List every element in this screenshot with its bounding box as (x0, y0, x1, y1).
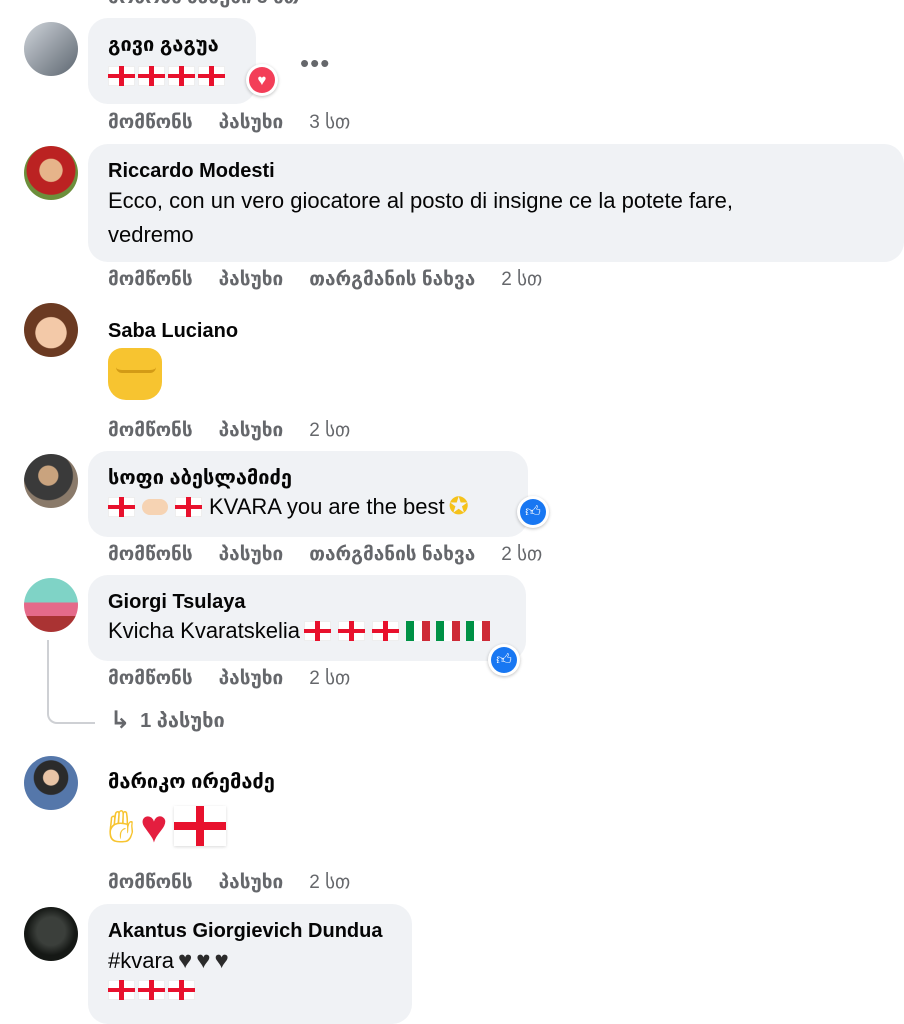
avatar[interactable] (24, 146, 78, 200)
comment-author[interactable]: Saba Luciano (108, 318, 238, 344)
comment-actions: მომწონს პასუხი თარგმანის ნახვა 2 სთ (108, 540, 542, 568)
comment-bubble: გივი გაგუა (88, 18, 256, 104)
comment-bubble: Akantus Giorgievich Dundua #kvara ♥ ♥ ♥ (88, 904, 412, 1024)
comment-actions: მომწონს პასუხი 3 სთ (108, 108, 350, 136)
avatar[interactable] (24, 303, 78, 357)
georgia-flag-icon (198, 66, 225, 86)
heart-hands-icon (142, 499, 168, 515)
comment-actions: მომწონს პასუხი თარგმანის ნახვა 2 სთ (108, 265, 542, 293)
georgia-flag-icon (168, 980, 195, 1000)
red-heart-icon: ♥ (140, 800, 168, 852)
georgia-flag-icon (371, 621, 399, 641)
like-button[interactable]: მომწონს (108, 667, 193, 690)
georgia-flag-icon (138, 980, 165, 1000)
avatar[interactable] (24, 756, 78, 810)
raised-fist-icon (108, 348, 162, 400)
partial-action-row: მოწონს პასუხი 3 სთ (108, 0, 299, 9)
georgia-flag-icon (168, 66, 195, 86)
comment-author[interactable]: Giorgi Tsulaya (108, 589, 506, 615)
comment-text: KVARA you are the best (209, 494, 445, 519)
comment-author[interactable]: მარიკო ირემაძე (108, 769, 275, 795)
fist-emoji (108, 348, 162, 400)
like-button[interactable]: მომწონს (108, 111, 193, 134)
avatar[interactable] (24, 578, 78, 632)
timestamp[interactable]: 2 სთ (501, 268, 542, 291)
georgia-flag-icon (108, 980, 135, 1000)
comment-actions: მომწონს პასუხი 2 სთ (108, 868, 350, 896)
georgia-flag-icon (175, 497, 202, 517)
georgia-flag-icon (303, 621, 331, 641)
reply-button[interactable]: პასუხი (219, 667, 284, 690)
comment-author[interactable]: გივი გაგუა (108, 32, 236, 58)
reply-button[interactable]: პასუხი (219, 543, 284, 566)
like-button[interactable]: მომწონს (108, 871, 193, 894)
translate-button[interactable]: თარგმანის ნახვა (309, 268, 475, 291)
thumbs-up-icon: 👍︎ (491, 647, 517, 673)
italy-flag-icon (435, 621, 460, 641)
comment-text: Ecco, con un vero giocatore al posto di … (108, 188, 733, 213)
reaction-badge[interactable]: ♥ (246, 64, 278, 96)
reply-thread-line (47, 640, 95, 724)
comment-bubble: Riccardo Modesti Ecco, con un vero gioca… (88, 144, 904, 262)
like-button[interactable]: მომწონს (108, 268, 193, 291)
sparkle-star-icon: ✪ (448, 493, 469, 520)
georgia-flag-icon (108, 497, 135, 517)
translate-button[interactable]: თარგმანის ნახვა (309, 543, 475, 566)
like-button[interactable]: მომწონს (108, 543, 193, 566)
reply-button[interactable]: პასუხი (219, 871, 284, 894)
comment-bubble: Giorgi Tsulaya Kvicha Kvaratskelia (88, 575, 526, 661)
more-options-button[interactable]: ••• (300, 48, 330, 79)
black-heart-icon: ♥ (214, 947, 229, 974)
like-button[interactable]: მომწონს (108, 419, 193, 442)
georgia-flag-icon (138, 66, 165, 86)
timestamp[interactable]: 2 სთ (309, 871, 350, 894)
timestamp[interactable]: 2 სთ (501, 543, 542, 566)
comment-text: #kvara (108, 948, 175, 973)
italy-flag-icon (465, 621, 490, 641)
comment-author[interactable]: Riccardo Modesti (108, 158, 884, 184)
comment-bubble: სოფი აბესლამიძე KVARA you are the best ✪ (88, 451, 528, 537)
heart-icon: ♥ (249, 67, 275, 93)
avatar[interactable] (24, 907, 78, 961)
italy-flag-icon (405, 621, 430, 641)
comment-actions: მომწონს პასუხი 2 სთ (108, 664, 350, 692)
emoji-row: ✋︎ ♥ (108, 798, 226, 854)
comment-text-row: #kvara ♥ ♥ ♥ (108, 944, 392, 978)
comment-text: vedremo (108, 222, 194, 247)
reply-button[interactable]: პასუხი (219, 268, 284, 291)
reply-button[interactable]: პასუხი (219, 419, 284, 442)
reply-button[interactable]: პასუხი (219, 111, 284, 134)
clapping-hands-icon: ✋︎ (108, 800, 135, 852)
reaction-badge[interactable]: 👍︎ (517, 496, 549, 528)
comment-actions: მომწონს პასუხი 2 სთ (108, 416, 350, 444)
georgia-flag-icon (337, 621, 365, 641)
comment-text-row: KVARA you are the best ✪ (108, 491, 508, 523)
comment-author[interactable]: სოფი აბესლამიძე (108, 465, 508, 491)
avatar[interactable] (24, 22, 78, 76)
timestamp[interactable]: 2 სთ (309, 419, 350, 442)
timestamp[interactable]: 3 სთ (309, 111, 350, 134)
black-heart-icon: ♥ (178, 947, 193, 974)
flags-row (108, 980, 392, 1000)
reply-arrow-icon: ↳ (110, 707, 131, 734)
reaction-badge[interactable]: 👍︎ (488, 644, 520, 676)
comment-author[interactable]: Akantus Giorgievich Dundua (108, 918, 392, 944)
avatar[interactable] (24, 454, 78, 508)
view-replies-link[interactable]: ↳ 1 პასუხი (110, 706, 225, 735)
comment-text-row: Kvicha Kvaratskelia (108, 615, 506, 647)
flags-row (108, 66, 236, 86)
georgia-flag-icon (108, 66, 135, 86)
thumbs-up-icon: 👍︎ (520, 499, 546, 525)
comment-text: Kvicha Kvaratskelia (108, 618, 300, 643)
timestamp[interactable]: 2 სთ (309, 667, 350, 690)
georgia-flag-icon (173, 806, 226, 846)
replies-count: 1 პასუხი (140, 710, 225, 732)
black-heart-icon: ♥ (196, 947, 211, 974)
